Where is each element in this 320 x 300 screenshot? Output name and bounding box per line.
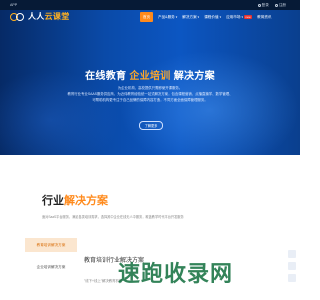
nav-item-news[interactable]: 教育资讯 xyxy=(257,15,271,20)
panel-text: "线下+线上"解决教育机构 xyxy=(84,279,123,283)
app-download-link[interactable]: APP xyxy=(10,3,17,7)
nav-item-app-market[interactable]: 应用市场 ▾ new xyxy=(226,15,253,20)
chevron-down-icon: ▾ xyxy=(219,15,222,19)
solution-tabs: 教育培训解决方案 企业培训解决方案 xyxy=(25,238,77,282)
site-logo[interactable]: 人人云课堂 xyxy=(10,11,70,22)
learn-more-button[interactable]: 了解更多 xyxy=(139,121,163,130)
new-badge: new xyxy=(243,15,253,19)
nav-item-course-value[interactable]: 课程价值 ▾ xyxy=(204,15,221,20)
chevron-down-icon: ▾ xyxy=(175,15,178,19)
main-nav: 首页 产品&服务 ▾ 解决方案 ▾ 课程价值 ▾ 应用市场 ▾ new 教育资讯 xyxy=(140,12,271,22)
logo-text: 人人云课堂 xyxy=(28,12,70,21)
section-title: 行业解决方案 xyxy=(42,195,108,207)
user-icon xyxy=(257,4,261,7)
register-icon xyxy=(274,4,278,7)
hero-title: 在线教育 企业培训 解决方案 xyxy=(85,71,215,82)
register-link[interactable]: 注册 xyxy=(274,3,286,8)
watermark-overlay: 速跑收录网 xyxy=(118,261,234,286)
hero-subtitle-line: 为企业机构、高校提供只需即使开课服务。 xyxy=(117,86,183,90)
hero-subtitle-line: 教育行业专业SAAS服务供应商，为近伟教育经验统一站式解决方案，包含课程营销、点… xyxy=(67,92,233,96)
nav-item-solutions[interactable]: 解决方案 ▾ xyxy=(182,15,199,20)
chevron-down-icon: ▾ xyxy=(241,15,243,19)
tab-education-training[interactable]: 教育培训解决方案 xyxy=(25,238,77,252)
logo-icon xyxy=(10,12,26,21)
nav-item-products[interactable]: 产品&服务 ▾ xyxy=(158,15,177,20)
tab-enterprise-training[interactable]: 企业培训解决方案 xyxy=(25,260,77,274)
hero-banner xyxy=(0,10,300,155)
hero-glow xyxy=(120,50,300,155)
nav-home[interactable]: 首页 xyxy=(140,12,153,22)
top-utility-bar: APP 登录 注册 xyxy=(0,0,300,10)
section-description: 面对SaaS平台服务，满足各类培训需求，选择其中企业在线无人中服务，覆盖教学时代… xyxy=(42,215,184,219)
hero-glow xyxy=(0,70,120,155)
float-contact-button[interactable] xyxy=(288,250,296,258)
hero-subtitle-line: 可帮助机构更专注于自己品牌的保障内容打造，不同方面全面保障管理服务。 xyxy=(92,98,208,102)
float-phone-button[interactable] xyxy=(288,262,296,270)
account-links: 登录 注册 xyxy=(257,3,286,8)
login-link[interactable]: 登录 xyxy=(257,3,269,8)
float-top-button[interactable] xyxy=(288,274,296,282)
chevron-down-icon: ▾ xyxy=(197,15,200,19)
